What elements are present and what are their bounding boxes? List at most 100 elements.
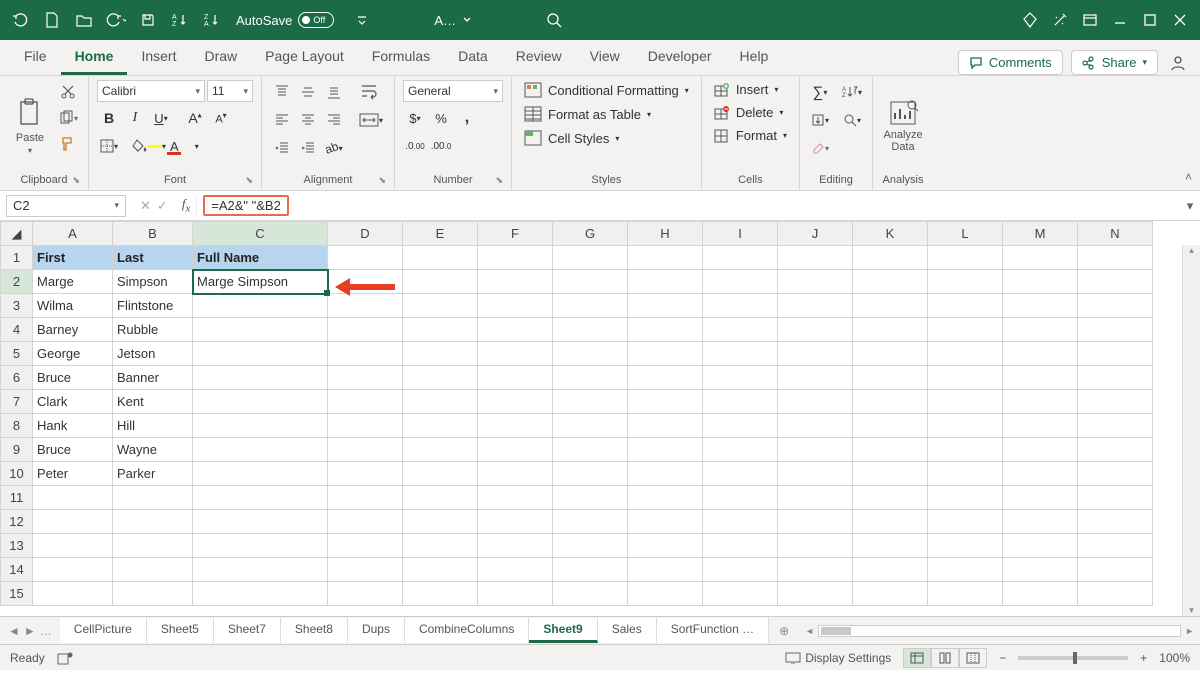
paste-button[interactable]: Paste ▾ [8, 80, 52, 172]
cell-C15[interactable] [193, 582, 328, 606]
cell-K6[interactable] [853, 366, 928, 390]
merge-center-icon[interactable]: ▾ [356, 108, 386, 132]
cell-I1[interactable] [703, 246, 778, 270]
cell-B15[interactable] [113, 582, 193, 606]
format-painter-icon[interactable] [56, 132, 80, 156]
cell-G10[interactable] [553, 462, 628, 486]
cell-N4[interactable] [1078, 318, 1153, 342]
row-header-5[interactable]: 5 [1, 342, 33, 366]
page-layout-view-icon[interactable] [931, 648, 959, 668]
cell-M4[interactable] [1003, 318, 1078, 342]
format-as-table-button[interactable]: Format as Table▾ [520, 104, 693, 124]
cell-F9[interactable] [478, 438, 553, 462]
tab-file[interactable]: File [10, 40, 61, 75]
cell-A10[interactable]: Peter [33, 462, 113, 486]
cell-styles-button[interactable]: Cell Styles▾ [520, 128, 693, 148]
tab-draw[interactable]: Draw [190, 40, 251, 75]
cell-B7[interactable]: Kent [113, 390, 193, 414]
cell-J2[interactable] [778, 270, 853, 294]
cell-I11[interactable] [703, 486, 778, 510]
cell-H12[interactable] [628, 510, 703, 534]
delete-cells-button[interactable]: Delete▾ [710, 103, 791, 122]
cell-H3[interactable] [628, 294, 703, 318]
comma-format-icon[interactable]: , [455, 106, 479, 130]
cell-L11[interactable] [928, 486, 1003, 510]
conditional-formatting-button[interactable]: Conditional Formatting▾ [520, 80, 693, 100]
cell-I15[interactable] [703, 582, 778, 606]
enter-formula-icon[interactable]: ✓ [157, 198, 168, 214]
cell-A13[interactable] [33, 534, 113, 558]
zoom-level[interactable]: 100% [1159, 651, 1190, 665]
display-settings-button[interactable]: Display Settings [785, 651, 891, 665]
cell-H13[interactable] [628, 534, 703, 558]
fx-icon[interactable]: fx [176, 196, 196, 215]
increase-font-icon[interactable]: A▴ [183, 106, 207, 130]
cell-E1[interactable] [403, 246, 478, 270]
cell-D1[interactable] [328, 246, 403, 270]
cell-B11[interactable] [113, 486, 193, 510]
row-header-2[interactable]: 2 [1, 270, 33, 294]
align-bottom-icon[interactable] [322, 80, 346, 104]
cell-G9[interactable] [553, 438, 628, 462]
cell-C6[interactable] [193, 366, 328, 390]
cell-K2[interactable] [853, 270, 928, 294]
sheet-nav-prev-icon[interactable]: ◄ [8, 624, 20, 638]
cell-G7[interactable] [553, 390, 628, 414]
cell-C4[interactable] [193, 318, 328, 342]
cell-B13[interactable] [113, 534, 193, 558]
decrease-font-icon[interactable]: A▾ [209, 106, 233, 130]
cell-N15[interactable] [1078, 582, 1153, 606]
row-header-10[interactable]: 10 [1, 462, 33, 486]
cell-K5[interactable] [853, 342, 928, 366]
horizontal-scrollbar[interactable]: ◄► [799, 625, 1200, 637]
sheet-tab-sortfunction-[interactable]: SortFunction … [657, 618, 769, 643]
collapse-ribbon-icon[interactable]: ˄ [1185, 170, 1192, 184]
cell-A12[interactable] [33, 510, 113, 534]
close-icon[interactable] [1166, 6, 1194, 34]
col-header-I[interactable]: I [703, 222, 778, 246]
cell-N2[interactable] [1078, 270, 1153, 294]
cell-K8[interactable] [853, 414, 928, 438]
cell-J7[interactable] [778, 390, 853, 414]
align-center-icon[interactable] [296, 108, 320, 132]
cell-L10[interactable] [928, 462, 1003, 486]
cell-L4[interactable] [928, 318, 1003, 342]
tab-insert[interactable]: Insert [127, 40, 190, 75]
cell-F4[interactable] [478, 318, 553, 342]
cell-D15[interactable] [328, 582, 403, 606]
cell-A8[interactable]: Hank [33, 414, 113, 438]
minimize-icon[interactable] [1106, 6, 1134, 34]
cell-L13[interactable] [928, 534, 1003, 558]
cell-N6[interactable] [1078, 366, 1153, 390]
cell-I12[interactable] [703, 510, 778, 534]
cell-M8[interactable] [1003, 414, 1078, 438]
cell-M7[interactable] [1003, 390, 1078, 414]
cell-M10[interactable] [1003, 462, 1078, 486]
sort-filter-icon[interactable]: AZ▾ [840, 80, 864, 104]
cell-I8[interactable] [703, 414, 778, 438]
cell-H2[interactable] [628, 270, 703, 294]
increase-indent-icon[interactable] [296, 136, 320, 160]
cell-E15[interactable] [403, 582, 478, 606]
cell-L6[interactable] [928, 366, 1003, 390]
cell-I5[interactable] [703, 342, 778, 366]
macro-record-icon[interactable] [57, 651, 73, 665]
cell-L3[interactable] [928, 294, 1003, 318]
cell-H15[interactable] [628, 582, 703, 606]
clear-icon[interactable]: ▾ [808, 136, 832, 160]
dialog-launcher-icon[interactable]: ⬊ [72, 175, 80, 186]
cell-D8[interactable] [328, 414, 403, 438]
cell-M5[interactable] [1003, 342, 1078, 366]
redo-dropdown-icon[interactable] [102, 6, 130, 34]
row-header-7[interactable]: 7 [1, 390, 33, 414]
cell-E10[interactable] [403, 462, 478, 486]
cell-M9[interactable] [1003, 438, 1078, 462]
name-box[interactable]: C2▾ [6, 195, 126, 217]
font-name-combo[interactable]: Calibri▾ [97, 80, 205, 102]
sheet-tab-sheet8[interactable]: Sheet8 [281, 618, 348, 643]
cell-F6[interactable] [478, 366, 553, 390]
cell-F14[interactable] [478, 558, 553, 582]
cell-L12[interactable] [928, 510, 1003, 534]
cell-F8[interactable] [478, 414, 553, 438]
align-left-icon[interactable] [270, 108, 294, 132]
